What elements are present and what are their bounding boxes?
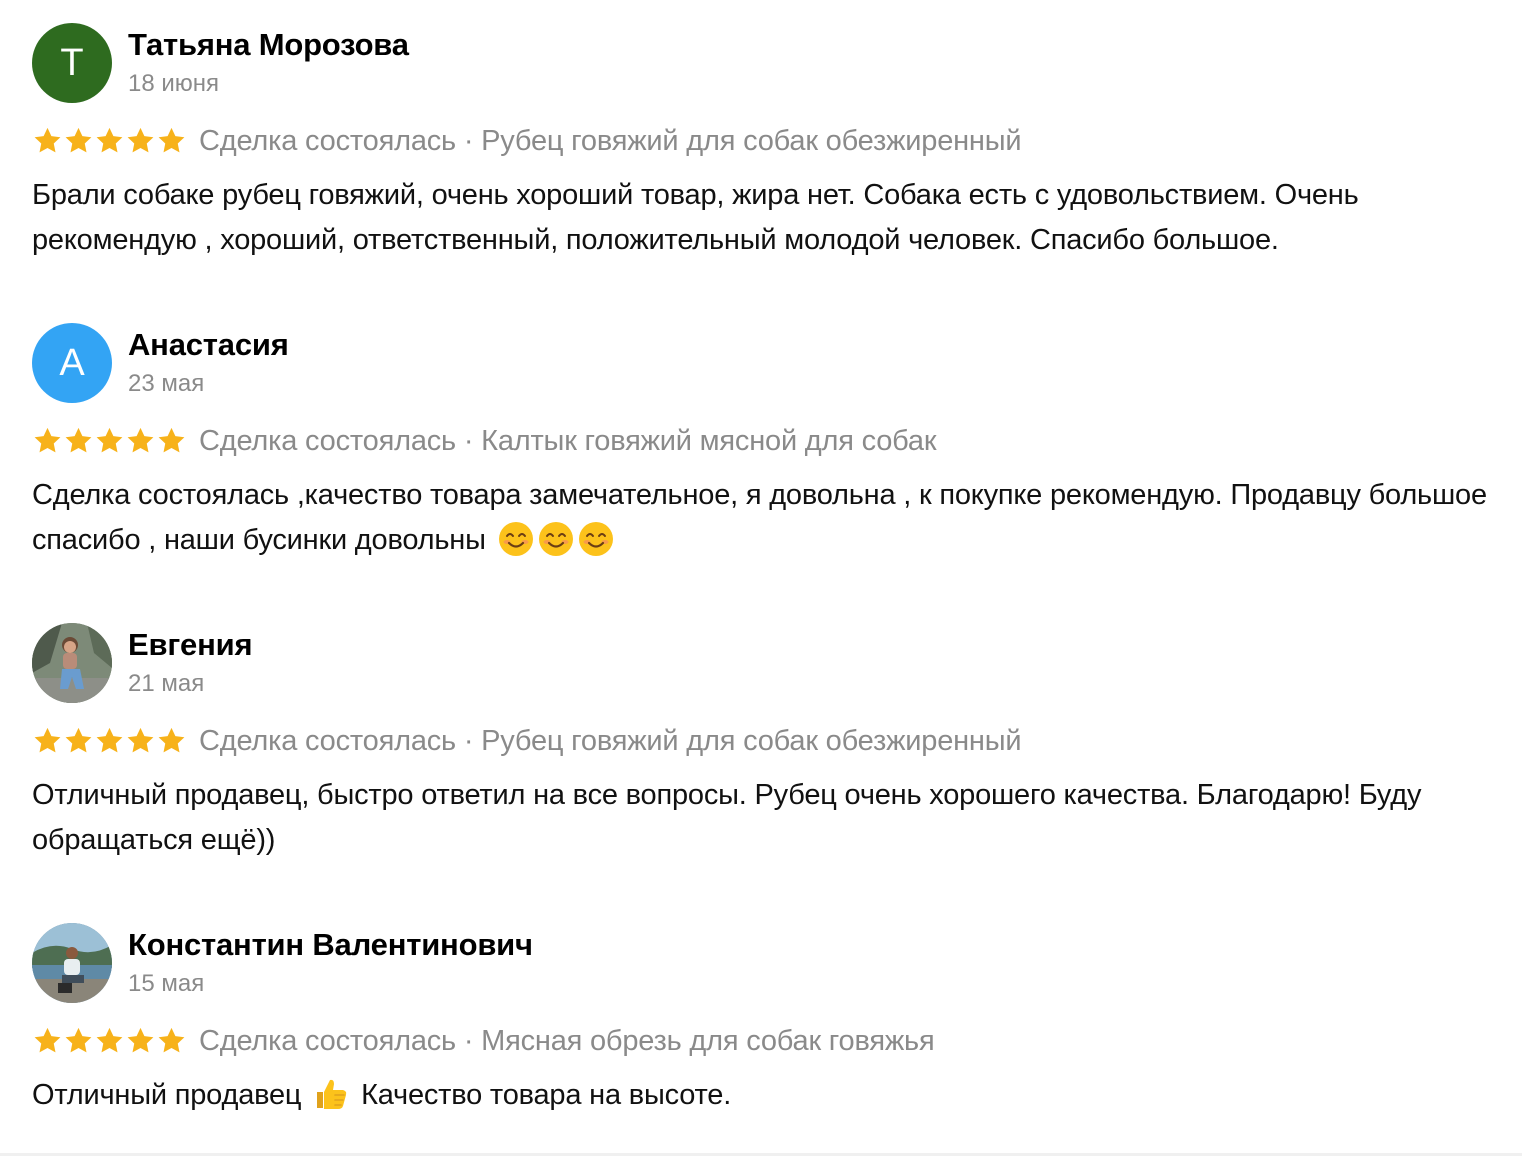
star-icon [34, 427, 61, 453]
review-text-after: Качество товара на высоте. [361, 1079, 732, 1111]
user-photo-icon [32, 623, 112, 703]
deal-status-and-item: Сделка состоялась · Рубец говяжий для со… [199, 124, 1022, 157]
avatar[interactable]: А [32, 323, 112, 403]
star-rating [32, 426, 187, 456]
review-date: 23 мая [128, 370, 205, 397]
smiling-face-icon [498, 522, 533, 556]
review-date: 18 июня [128, 70, 220, 97]
review-header: Т Татьяна Морозова 18 июня [32, 23, 1502, 103]
review-item: Константин Валентинович 15 мая Сделка со… [32, 923, 1502, 1111]
star-icon [96, 427, 123, 453]
review-meta: Сделка состоялась · Калтык говяжий мясно… [32, 421, 937, 461]
review-text-before: Отличный продавец [32, 1079, 302, 1111]
star-icon [127, 1027, 154, 1053]
thumbs-up-icon [317, 1079, 347, 1109]
review-text: Отличный продавец, быстро ответил на все… [32, 779, 1422, 856]
review-header: А Анастасия 23 мая [32, 323, 1502, 403]
star-icon [65, 427, 92, 453]
avatar[interactable] [32, 923, 112, 1003]
review-header: Евгения 21 мая [32, 623, 1502, 703]
star-rating [32, 126, 187, 156]
star-icon [158, 427, 185, 453]
review-text-body: Сделка состоялась ,качество товара замеч… [32, 479, 1487, 556]
review-item: Т Татьяна Морозова 18 июня Сделка состоя… [32, 23, 1502, 256]
star-icon [65, 727, 92, 753]
star-rating [32, 1026, 187, 1056]
review-item: Евгения 21 мая Сделка состоялась · Рубец… [32, 623, 1502, 856]
avatar[interactable] [32, 623, 112, 703]
author-name[interactable]: Анастасия [128, 327, 289, 363]
deal-status-and-item: Сделка состоялась · Калтык говяжий мясно… [199, 424, 937, 457]
star-icon [96, 127, 123, 153]
review-meta: Сделка состоялась · Рубец говяжий для со… [32, 121, 1022, 161]
review-date: 21 мая [128, 670, 205, 697]
smiling-face-icon [538, 522, 573, 556]
review-text: Брали собаке рубец говяжий, очень хороши… [32, 179, 1359, 256]
star-icon [96, 727, 123, 753]
star-icon [34, 1027, 61, 1053]
star-icon [127, 127, 154, 153]
review-text: Отличный продавец Качество товара на выс… [32, 1073, 1492, 1118]
author-name[interactable]: Татьяна Морозова [128, 27, 409, 63]
avatar-letter: Т [60, 41, 84, 84]
star-icon [34, 727, 61, 753]
star-icon [158, 727, 185, 753]
author-name[interactable]: Константин Валентинович [128, 927, 533, 963]
deal-status-and-item: Сделка состоялась · Рубец говяжий для со… [199, 724, 1022, 757]
deal-status-and-item: Сделка состоялась · Мясная обрезь для со… [199, 1024, 935, 1057]
star-icon [65, 1027, 92, 1053]
star-icon [65, 127, 92, 153]
star-icon [96, 1027, 123, 1053]
avatar[interactable]: Т [32, 23, 112, 103]
review-header: Константин Валентинович 15 мая [32, 923, 1502, 1003]
emoji-group [313, 1076, 353, 1112]
review-meta: Сделка состоялась · Мясная обрезь для со… [32, 1021, 935, 1061]
review-date: 15 мая [128, 970, 205, 997]
avatar-letter: А [59, 341, 85, 384]
review-item: А Анастасия 23 мая Сделка состоялась · К… [32, 323, 1502, 556]
user-photo-icon [32, 923, 112, 1003]
star-rating [32, 726, 187, 756]
star-icon [158, 127, 185, 153]
star-icon [158, 1027, 185, 1053]
star-icon [127, 427, 154, 453]
star-icon [127, 727, 154, 753]
review-meta: Сделка состоялась · Рубец говяжий для со… [32, 721, 1022, 761]
reviews-list: Т Татьяна Морозова 18 июня Сделка состоя… [0, 0, 1522, 1156]
star-icon [34, 127, 61, 153]
emoji-group [498, 521, 618, 557]
review-text: Сделка состоялась ,качество товара замеч… [32, 473, 1492, 563]
author-name[interactable]: Евгения [128, 627, 253, 663]
smiling-face-icon [578, 522, 613, 556]
